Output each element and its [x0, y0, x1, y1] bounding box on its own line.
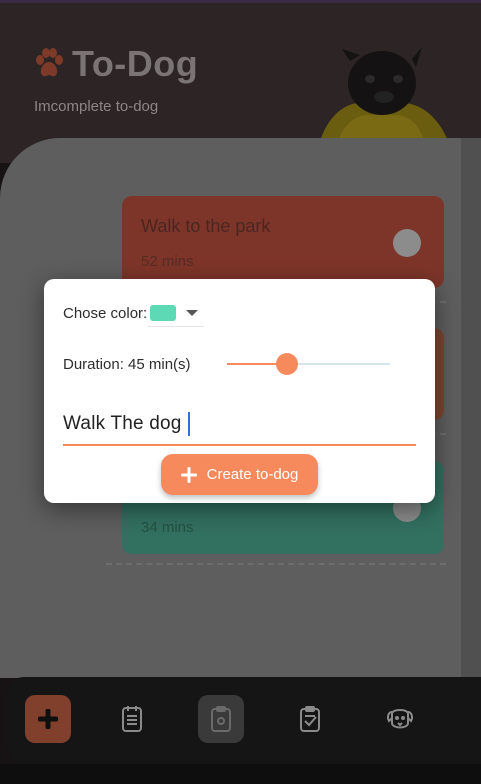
- app-title: To-Dog: [72, 43, 199, 84]
- pug-image: [320, 47, 448, 141]
- notes-icon: [122, 706, 142, 732]
- nav-add-button[interactable]: [25, 695, 71, 743]
- color-select[interactable]: [148, 299, 205, 327]
- duration-label: Duration: 45 min(s): [63, 356, 191, 373]
- input-value: Walk The dog: [63, 413, 182, 434]
- create-button-label: Create to-dog: [206, 466, 299, 483]
- paw-icon: [36, 48, 63, 77]
- clipboard-icon: [211, 706, 231, 732]
- todo-duration: 34 mins: [141, 519, 194, 536]
- bottom-nav: [6, 677, 481, 763]
- app-screen: To-Dog Imcomplete to-dog Walk to the par…: [0, 0, 481, 784]
- logo: To-Dog: [34, 43, 198, 85]
- create-todo-dialog: Chose color: Duration: 45 min(s) Walk Th…: [44, 279, 435, 503]
- system-bar: [0, 764, 481, 784]
- duration-slider[interactable]: [227, 352, 390, 376]
- plus-icon: [180, 466, 197, 483]
- clipboard-check-icon: [300, 706, 320, 732]
- color-picker-row: Chose color:: [63, 299, 205, 327]
- text-cursor: [187, 412, 190, 436]
- color-label: Chose color:: [63, 304, 148, 322]
- todo-title: Walk to the park: [141, 216, 271, 236]
- todo-duration: 52 mins: [141, 253, 194, 270]
- divider: [106, 563, 446, 565]
- todo-name-input[interactable]: Walk The dog: [63, 404, 416, 446]
- slider-thumb[interactable]: [276, 353, 299, 375]
- page-subtitle: Imcomplete to-dog: [34, 98, 159, 115]
- nav-completed[interactable]: [287, 695, 333, 743]
- todo-card[interactable]: Walk to the park 52 mins: [122, 196, 444, 288]
- plus-icon: [38, 709, 58, 729]
- nav-clipboard[interactable]: [198, 695, 244, 743]
- nav-notes[interactable]: [109, 695, 155, 743]
- nav-profile[interactable]: [377, 695, 423, 743]
- dog-face-icon: [387, 709, 413, 729]
- complete-toggle[interactable]: [393, 229, 421, 257]
- create-todo-button[interactable]: Create to-dog: [161, 454, 318, 495]
- chevron-down-icon: [186, 309, 199, 316]
- color-swatch: [150, 304, 177, 321]
